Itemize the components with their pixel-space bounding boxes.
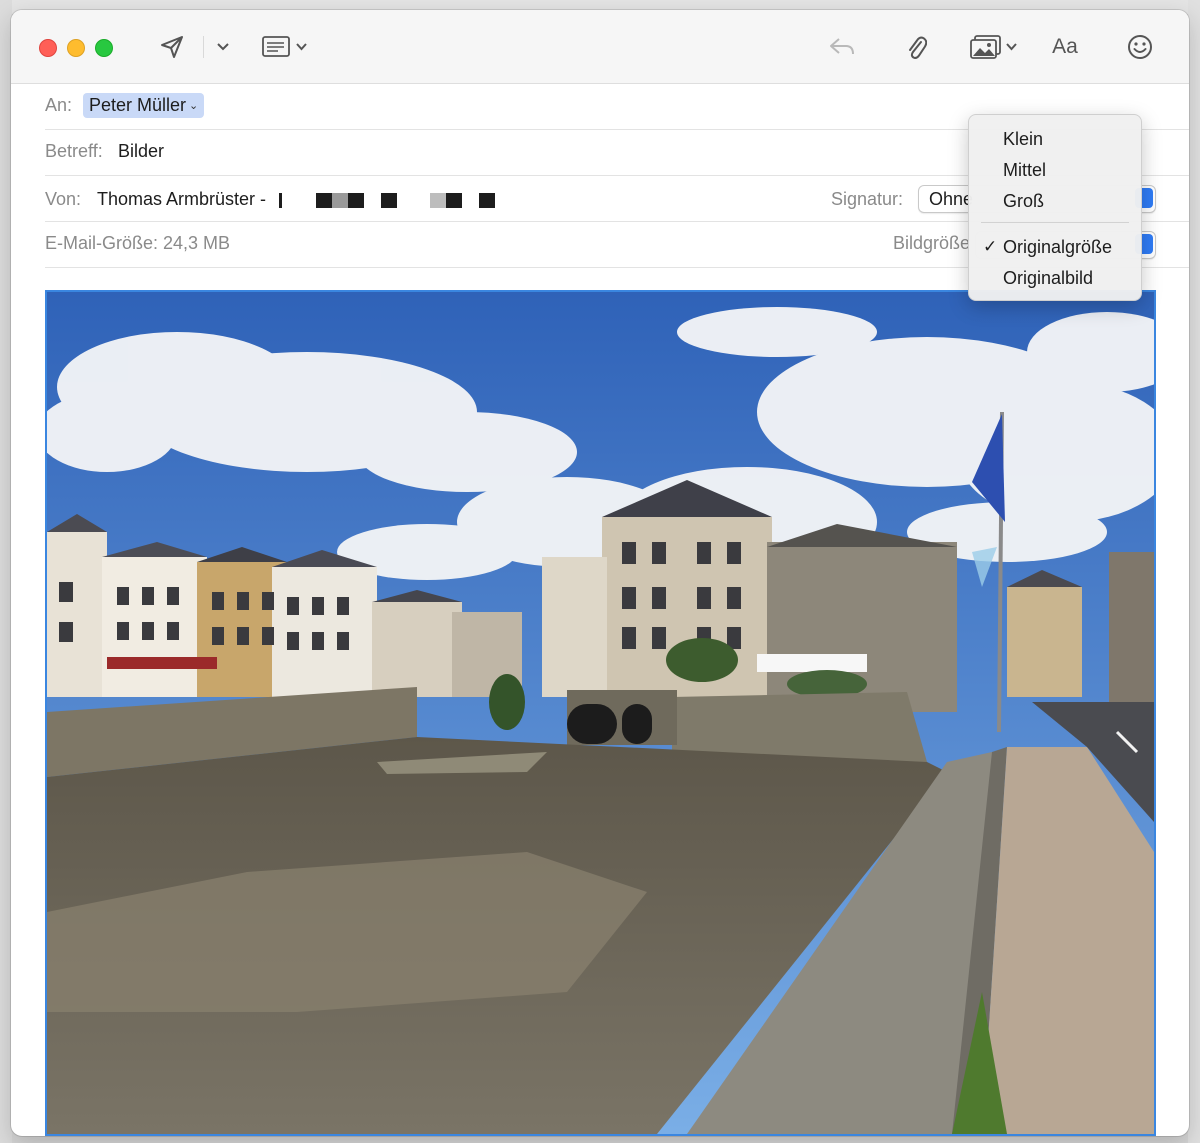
format-button[interactable]: Aa bbox=[1045, 30, 1085, 64]
from-field[interactable]: Thomas Armbrüster - bbox=[97, 189, 266, 210]
photo-browser-button[interactable] bbox=[965, 30, 1021, 64]
format-label: Aa bbox=[1052, 35, 1078, 58]
menu-item-klein[interactable]: Klein bbox=[969, 124, 1141, 154]
compose-window: Aa An: Peter Müller ⌄ Betreff: Bilder Vo… bbox=[11, 10, 1189, 1136]
attach-button[interactable] bbox=[899, 30, 933, 64]
subject-label: Betreff: bbox=[45, 141, 103, 161]
smiley-icon bbox=[1127, 34, 1153, 60]
menu-separator bbox=[981, 222, 1129, 223]
image-size-label: Bildgröße bbox=[893, 233, 971, 253]
chevron-down-icon: ⌄ bbox=[189, 100, 199, 112]
reply-button[interactable] bbox=[825, 30, 859, 64]
photo-canvas bbox=[47, 292, 1154, 1134]
to-label: An: bbox=[45, 95, 73, 115]
signature-value: Ohne bbox=[929, 189, 974, 209]
chevron-down-icon bbox=[217, 43, 229, 51]
photo-browser-icon bbox=[969, 35, 1002, 59]
recipient-token[interactable]: Peter Müller ⌄ bbox=[83, 93, 205, 118]
toolbar-separator bbox=[203, 36, 204, 58]
image-size-menu: Klein Mittel Groß ✓ Originalgröße Origin… bbox=[968, 114, 1142, 301]
menu-item-gross[interactable]: Groß bbox=[969, 186, 1141, 216]
attached-photo[interactable] bbox=[45, 290, 1156, 1136]
background-window-right bbox=[1188, 0, 1200, 1143]
emoji-button[interactable] bbox=[1123, 30, 1157, 64]
signature-label: Signatur: bbox=[831, 189, 904, 209]
menu-item-mittel[interactable]: Mittel bbox=[969, 155, 1141, 185]
menu-item-label: Mittel bbox=[1003, 160, 1047, 180]
recipient-name: Peter Müller bbox=[89, 95, 187, 115]
subject-field[interactable]: Bilder bbox=[118, 141, 164, 162]
email-size-label: E-Mail-Größe: 24,3 MB bbox=[45, 233, 231, 253]
minimize-window-button[interactable] bbox=[67, 39, 85, 57]
from-label: Von: bbox=[45, 189, 82, 209]
menu-item-label: Klein bbox=[1003, 129, 1044, 149]
header-fields-button[interactable] bbox=[259, 30, 309, 64]
chevron-down-icon bbox=[1005, 43, 1017, 51]
paper-plane-icon bbox=[159, 34, 185, 60]
checkmark-icon: ✓ bbox=[983, 237, 998, 256]
zoom-window-button[interactable] bbox=[95, 39, 113, 57]
menu-item-label: Originalbild bbox=[1003, 268, 1094, 288]
redacted-address bbox=[279, 193, 495, 208]
chevron-down-icon bbox=[295, 43, 307, 51]
menu-item-originalgroesse[interactable]: ✓ Originalgröße bbox=[969, 232, 1141, 262]
menu-item-label: Originalgröße bbox=[1003, 237, 1113, 257]
close-window-button[interactable] bbox=[39, 39, 57, 57]
paperclip-icon bbox=[905, 33, 927, 61]
send-options-dropdown[interactable] bbox=[213, 30, 233, 64]
reply-icon bbox=[828, 36, 856, 58]
send-button[interactable] bbox=[155, 30, 189, 64]
menu-item-originalbild[interactable]: Originalbild bbox=[969, 263, 1141, 293]
menu-item-label: Groß bbox=[1003, 191, 1045, 211]
toolbar: Aa bbox=[11, 10, 1189, 84]
header-fields-icon bbox=[261, 36, 292, 58]
